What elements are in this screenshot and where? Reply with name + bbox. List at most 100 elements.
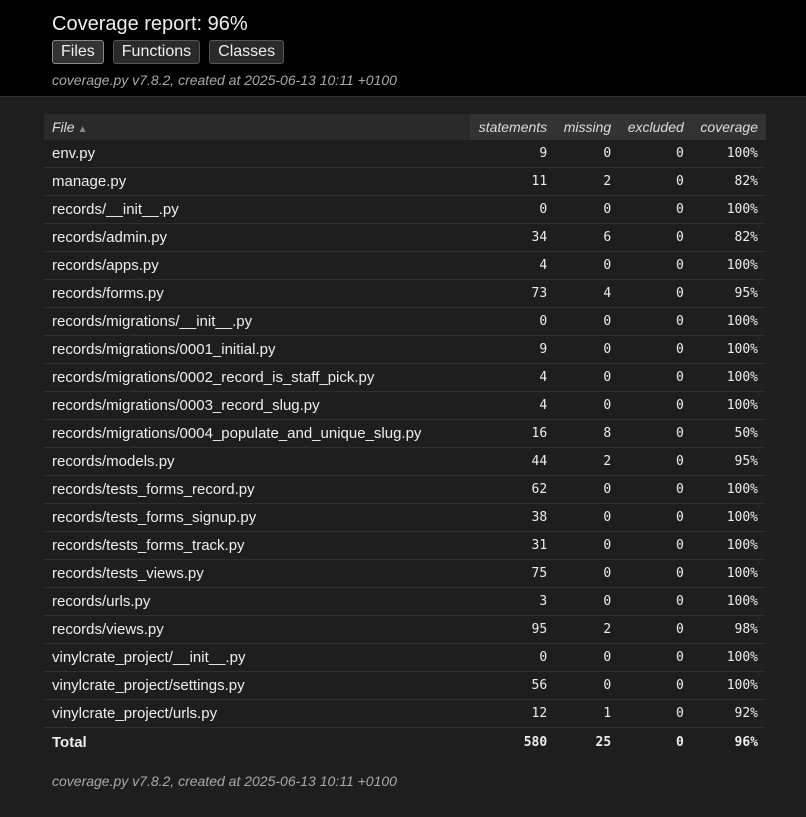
cell-missing: 6 [555, 223, 620, 252]
cell-coverage: 82% [691, 223, 766, 252]
file-link[interactable]: vinylcrate_project/__init__.py [44, 643, 470, 672]
cell-missing: 2 [555, 615, 620, 644]
sort-ascending-icon: ▲ [77, 124, 88, 135]
table-body: env.py 9 0 0 100% manage.py 11 2 0 82% records/__i… [44, 140, 766, 756]
table-row: vinylcrate_project/settings.py 56 0 0 100% [44, 671, 766, 700]
file-link[interactable]: records/tests_forms_signup.py [44, 503, 470, 532]
table-header-row: File ▲ statements missing excluded covera… [44, 114, 766, 140]
coverage-table: File ▲ statements missing excluded covera… [44, 114, 766, 756]
cell-missing: 0 [555, 335, 620, 364]
cell-statements: 9 [470, 140, 556, 168]
cell-coverage: 100% [691, 531, 766, 560]
cell-excluded: 0 [619, 643, 692, 672]
total-coverage: 96% [734, 734, 758, 750]
cell-coverage: 100% [691, 475, 766, 504]
cell-statements: 34 [470, 223, 556, 252]
file-link[interactable]: records/migrations/__init__.py [44, 307, 470, 336]
cell-excluded: 0 [619, 391, 692, 420]
cell-excluded: 0 [619, 195, 692, 224]
tab-classes[interactable]: Classes [209, 40, 285, 64]
cell-statements: 9 [470, 335, 556, 364]
column-header-statements[interactable]: statements [470, 114, 556, 140]
file-link[interactable]: records/forms.py [44, 279, 470, 308]
file-link[interactable]: env.py [44, 140, 470, 168]
file-link[interactable]: records/migrations/0003_record_slug.py [44, 391, 470, 420]
cell-missing: 0 [555, 307, 620, 336]
file-link[interactable]: vinylcrate_project/urls.py [44, 699, 470, 728]
cell-statements: 73 [470, 279, 556, 308]
cell-statements: 4 [470, 363, 556, 392]
cell-statements: 11 [470, 167, 556, 196]
file-link[interactable]: manage.py [44, 167, 470, 196]
cell-coverage: 100% [691, 307, 766, 336]
cell-missing: 0 [555, 503, 620, 532]
cell-excluded: 0 [619, 559, 692, 588]
cell-coverage: 100% [691, 195, 766, 224]
view-tabs: Files Functions Classes [52, 40, 806, 64]
file-link[interactable]: records/apps.py [44, 251, 470, 280]
cell-coverage: 100% [691, 140, 766, 168]
cell-statements: 3 [470, 587, 556, 616]
header-meta: coverage.py v7.8.2, created at 2025-06-1… [52, 72, 397, 88]
file-link[interactable]: records/__init__.py [44, 195, 470, 224]
cell-missing: 8 [555, 419, 620, 448]
cell-coverage: 50% [691, 419, 766, 448]
file-link[interactable]: records/admin.py [44, 223, 470, 252]
cell-missing: 0 [555, 643, 620, 672]
cell-coverage: 100% [691, 643, 766, 672]
cell-missing: 0 [555, 531, 620, 560]
cell-missing: 2 [555, 167, 620, 196]
cell-excluded: 0 [619, 447, 692, 476]
total-missing: 25 [595, 734, 612, 750]
tab-functions[interactable]: Functions [112, 40, 201, 64]
cell-coverage: 92% [691, 699, 766, 728]
file-link[interactable]: records/tests_forms_record.py [44, 475, 470, 504]
column-header-file-label: File [52, 119, 75, 135]
file-link[interactable]: records/migrations/0004_populate_and_uni… [44, 419, 470, 448]
file-link[interactable]: records/tests_views.py [44, 559, 470, 588]
file-link[interactable]: records/views.py [44, 615, 470, 644]
file-link[interactable]: records/urls.py [44, 587, 470, 616]
cell-missing: 1 [555, 699, 620, 728]
cell-coverage: 100% [691, 559, 766, 588]
table-row: vinylcrate_project/urls.py 12 1 0 92% [44, 699, 766, 728]
cell-statements: 95 [470, 615, 556, 644]
table-row: manage.py 11 2 0 82% [44, 167, 766, 196]
table-row: records/apps.py 4 0 0 100% [44, 251, 766, 280]
file-link[interactable]: records/models.py [44, 447, 470, 476]
cell-excluded: 0 [619, 335, 692, 364]
tab-files[interactable]: Files [52, 40, 104, 64]
cell-coverage: 100% [691, 503, 766, 532]
cell-coverage: 100% [691, 391, 766, 420]
file-link[interactable]: records/migrations/0001_initial.py [44, 335, 470, 364]
column-header-file[interactable]: File ▲ [44, 114, 470, 140]
cell-statements: 0 [470, 307, 556, 336]
column-header-excluded[interactable]: excluded [619, 114, 692, 140]
cell-missing: 0 [555, 671, 620, 700]
total-file: Total [52, 733, 87, 751]
cell-missing: 0 [555, 559, 620, 588]
column-header-missing[interactable]: missing [555, 114, 620, 140]
cell-statements: 31 [470, 531, 556, 560]
report-header: Coverage report: 96% Files Functions Cla… [0, 0, 806, 97]
cell-missing: 0 [555, 195, 620, 224]
footer-meta: coverage.py v7.8.2, created at 2025-06-1… [52, 773, 397, 789]
file-link[interactable]: vinylcrate_project/settings.py [44, 671, 470, 700]
cell-statements: 0 [470, 643, 556, 672]
file-link[interactable]: records/migrations/0002_record_is_staff_… [44, 363, 470, 392]
report-footer: coverage.py v7.8.2, created at 2025-06-1… [0, 756, 806, 789]
table-row: records/tests_forms_signup.py 38 0 0 100% [44, 503, 766, 532]
table-row: records/migrations/0001_initial.py 9 0 0 100… [44, 335, 766, 364]
cell-excluded: 0 [619, 307, 692, 336]
page-title: Coverage report: 96% [52, 13, 248, 35]
cell-statements: 38 [470, 503, 556, 532]
cell-statements: 75 [470, 559, 556, 588]
table-row: records/tests_views.py 75 0 0 100% [44, 559, 766, 588]
total-excluded: 0 [675, 734, 684, 750]
cell-excluded: 0 [619, 279, 692, 308]
table-row: records/admin.py 34 6 0 82% [44, 223, 766, 252]
file-link[interactable]: records/tests_forms_track.py [44, 531, 470, 560]
column-header-coverage[interactable]: coverage [691, 114, 766, 140]
cell-excluded: 0 [619, 140, 692, 168]
table-row: records/migrations/0004_populate_and_uni… [44, 419, 766, 448]
